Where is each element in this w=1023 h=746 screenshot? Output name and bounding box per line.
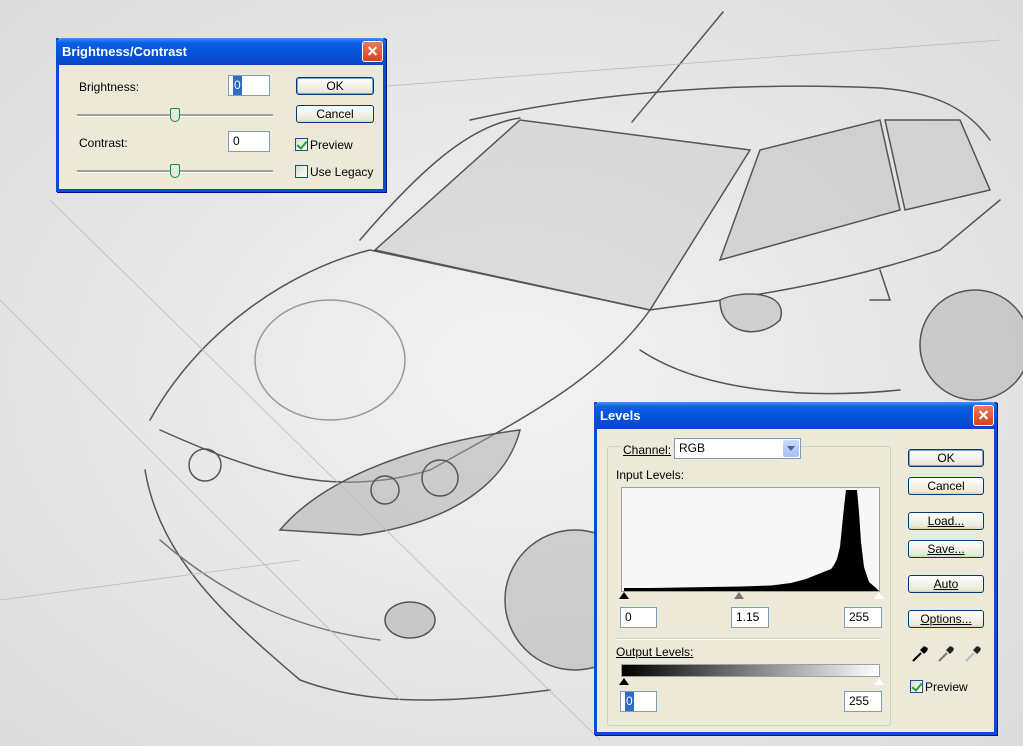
output-black-point-handle[interactable] bbox=[619, 678, 629, 685]
input-gamma-handle[interactable] bbox=[734, 592, 744, 599]
output-white-point-handle[interactable] bbox=[873, 677, 885, 685]
brightness-label: Brightness: bbox=[79, 80, 140, 94]
use-legacy-label: Use Legacy bbox=[310, 165, 374, 179]
options-button[interactable]: Options... bbox=[908, 610, 984, 628]
ok-button[interactable]: OK bbox=[296, 77, 374, 95]
input-gamma-value: 1.15 bbox=[736, 610, 760, 624]
output-black-value: 0 bbox=[625, 692, 634, 711]
output-white-value: 255 bbox=[849, 694, 870, 708]
output-black-field[interactable]: 0 bbox=[620, 691, 657, 712]
contrast-label: Contrast: bbox=[79, 136, 128, 150]
output-white-field[interactable]: 255 bbox=[844, 691, 882, 712]
channel-select[interactable]: RGB bbox=[674, 438, 801, 459]
brightness-slider-thumb[interactable] bbox=[170, 108, 180, 122]
input-white-point-handle[interactable] bbox=[873, 591, 885, 599]
output-levels-label: Output Levels: bbox=[616, 645, 694, 659]
cancel-button[interactable]: Cancel bbox=[908, 477, 984, 495]
black-eyedropper-icon[interactable] bbox=[910, 644, 930, 664]
chevron-down-icon[interactable] bbox=[783, 440, 799, 457]
input-white-value: 255 bbox=[849, 610, 870, 624]
channel-label: Channel: bbox=[621, 443, 674, 457]
channel-value: RGB bbox=[679, 441, 706, 455]
close-icon[interactable] bbox=[973, 405, 994, 426]
output-gradient-bar bbox=[621, 664, 880, 677]
dialog-title: Levels bbox=[600, 408, 641, 423]
preview-checkbox[interactable] bbox=[295, 138, 308, 151]
use-legacy-checkbox[interactable] bbox=[295, 165, 308, 178]
auto-button[interactable]: Auto bbox=[908, 575, 984, 593]
dialog-title: Brightness/Contrast bbox=[62, 44, 187, 59]
input-black-field[interactable]: 0 bbox=[620, 607, 657, 628]
levels-titlebar[interactable]: Levels bbox=[594, 402, 997, 429]
save-button[interactable]: Save... bbox=[908, 540, 984, 558]
contrast-field[interactable]: 0 bbox=[228, 131, 270, 152]
white-eyedropper-icon[interactable] bbox=[963, 644, 983, 664]
levels-dialog: Levels Channel: RGB Input Levels: 0 1.15… bbox=[594, 402, 997, 735]
input-levels-label: Input Levels: bbox=[616, 468, 685, 482]
histogram bbox=[621, 487, 880, 592]
brightness-contrast-dialog: Brightness/Contrast Brightness: 0 Contra… bbox=[56, 38, 386, 192]
contrast-value: 0 bbox=[233, 134, 240, 148]
brightness-value: 0 bbox=[233, 76, 242, 95]
gray-eyedropper-icon[interactable] bbox=[936, 644, 956, 664]
close-icon[interactable] bbox=[362, 41, 383, 62]
input-gamma-field[interactable]: 1.15 bbox=[731, 607, 769, 628]
contrast-slider-thumb[interactable] bbox=[170, 164, 180, 178]
input-black-point-handle[interactable] bbox=[619, 592, 629, 599]
cancel-button[interactable]: Cancel bbox=[296, 105, 374, 123]
preview-label: Preview bbox=[310, 138, 353, 152]
ok-button[interactable]: OK bbox=[908, 449, 984, 467]
levels-divider bbox=[617, 638, 881, 640]
preview-checkbox[interactable] bbox=[910, 680, 923, 693]
input-black-value: 0 bbox=[625, 610, 632, 624]
preview-label: Preview bbox=[925, 680, 968, 694]
brightness-field[interactable]: 0 bbox=[228, 75, 270, 96]
load-button[interactable]: Load... bbox=[908, 512, 984, 530]
input-white-field[interactable]: 255 bbox=[844, 607, 882, 628]
brightness-contrast-titlebar[interactable]: Brightness/Contrast bbox=[56, 38, 386, 65]
